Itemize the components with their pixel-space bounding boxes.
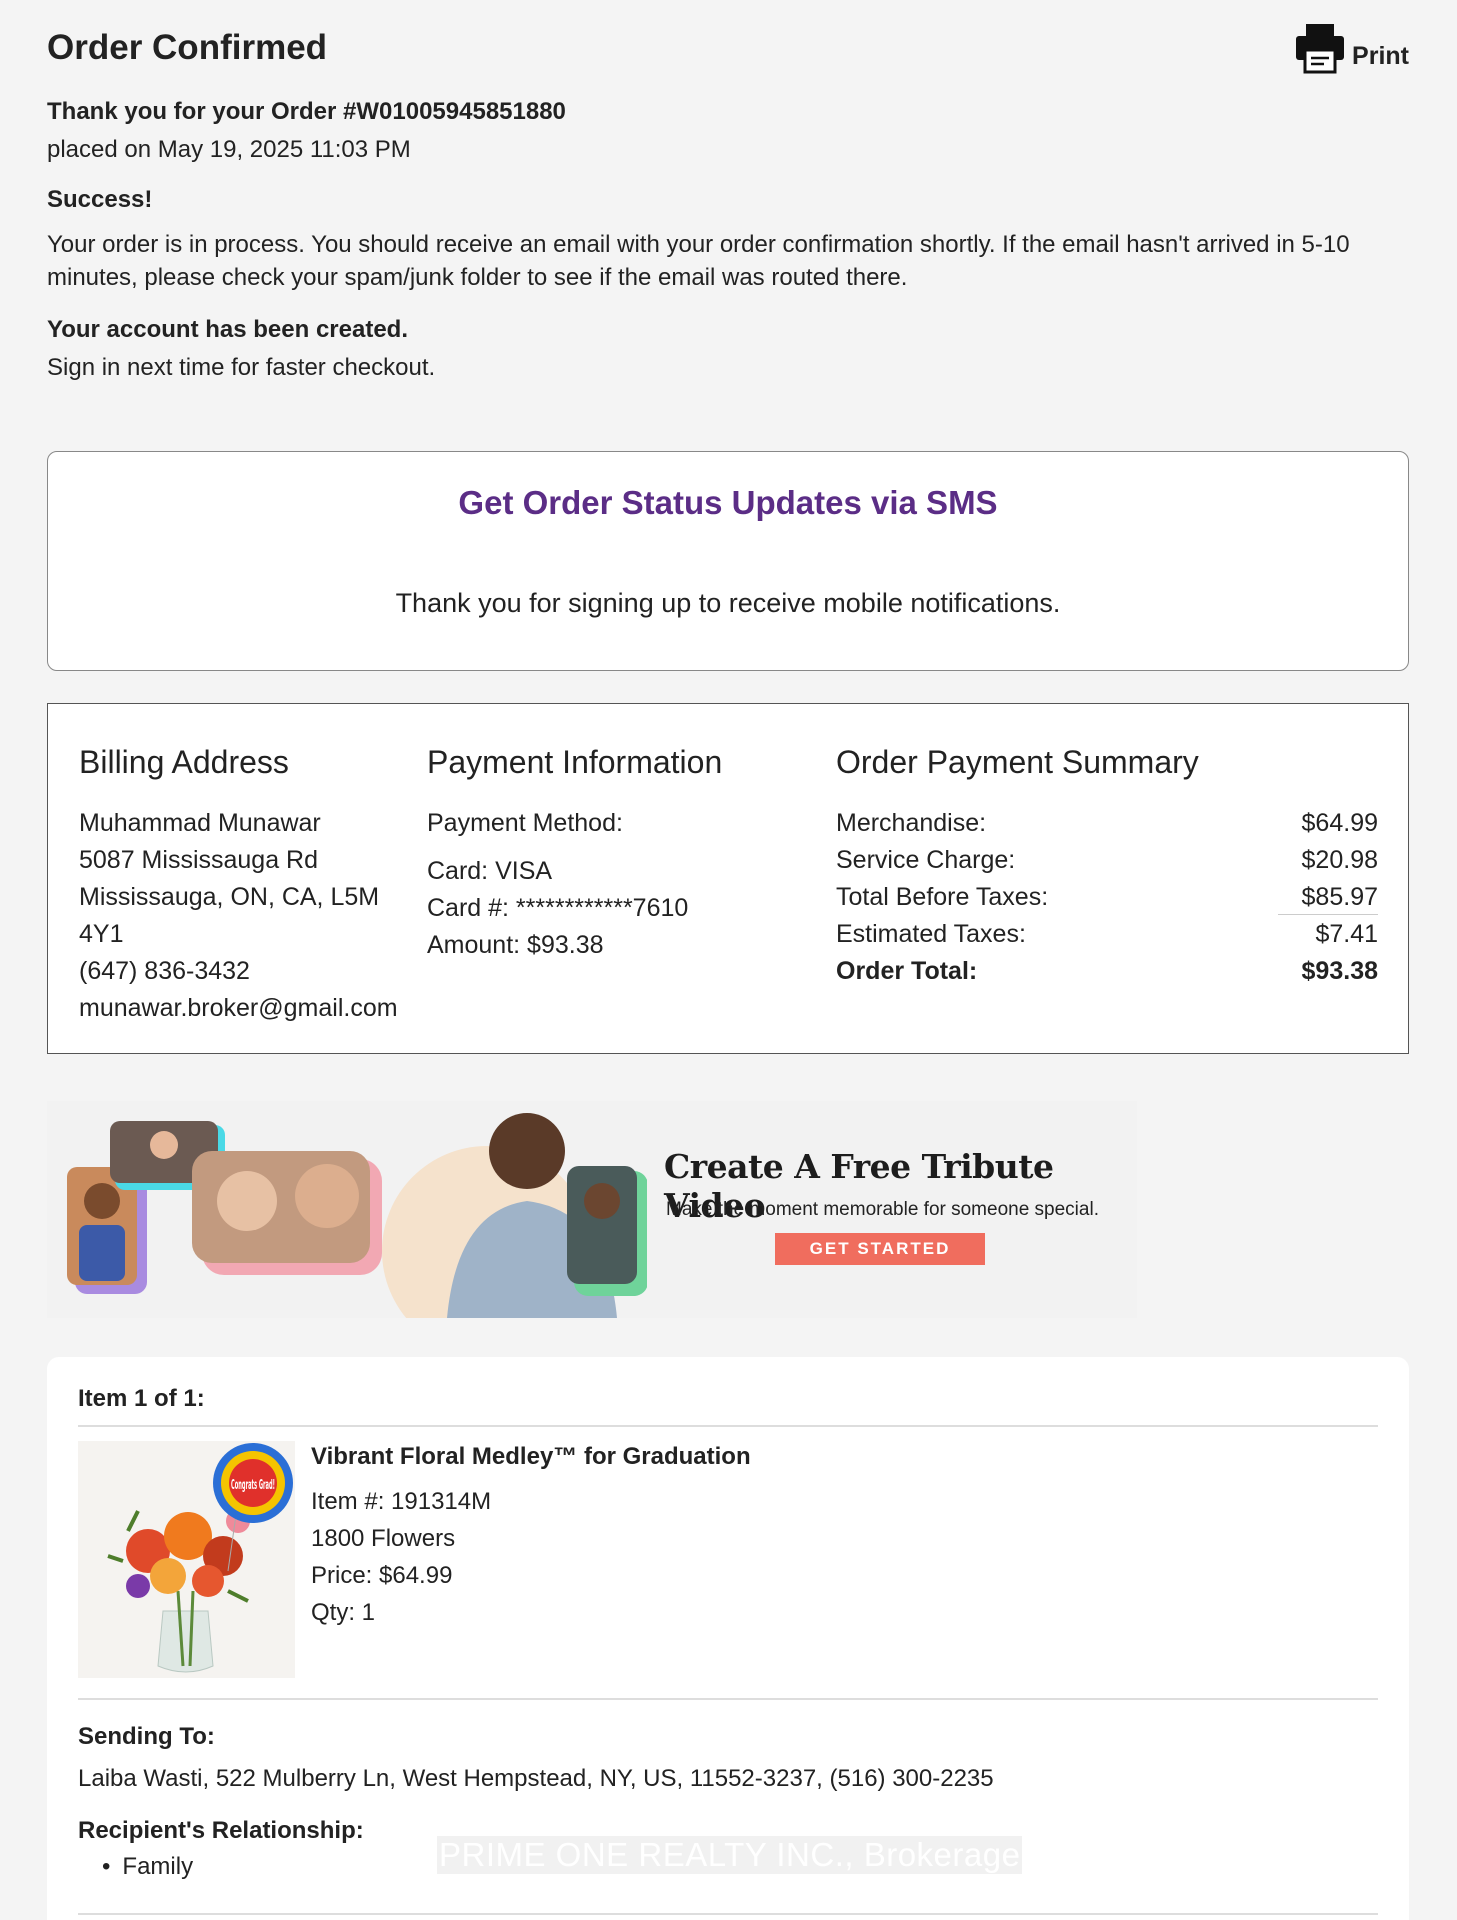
summary-row: Merchandise: $64.99 (836, 805, 1378, 842)
order-number: Thank you for your Order #W0100594585188… (47, 98, 566, 125)
summary-heading: Order Payment Summary (836, 744, 1199, 780)
summary-label: Merchandise: (836, 809, 987, 837)
billing-name: Muhammad Munawar (79, 809, 321, 837)
tribute-video-banner[interactable]: Create A Free Tribute Video Make the mom… (47, 1101, 1137, 1318)
page-title: Order Confirmed (47, 28, 328, 67)
summary-label: Service Charge: (836, 846, 1016, 874)
page-header: Order Confirmed Print (47, 0, 1409, 92)
item-count: Item 1 of 1: (78, 1385, 205, 1412)
divider (78, 1425, 1378, 1427)
sms-text: Thank you for signing up to receive mobi… (395, 588, 1061, 618)
recipient-address: Laiba Wasti, 522 Mulberry Ln, West Hemps… (78, 1765, 994, 1792)
sms-updates-box: Get Order Status Updates via SMS Thank y… (47, 451, 1409, 671)
billing-street: 5087 Mississauga Rd (79, 846, 319, 874)
relationship-value: Family (102, 1853, 193, 1881)
payment-method-label: Payment Method: (427, 809, 623, 837)
product-image[interactable]: Congrats Grad! (78, 1441, 295, 1678)
success-heading: Success! (47, 186, 153, 213)
print-label: Print (1352, 42, 1409, 70)
balloon-text: Congrats Grad! (231, 1478, 275, 1493)
payment-information: Payment Information Payment Method: Card… (427, 744, 787, 964)
payment-card: Card: VISA (427, 857, 553, 885)
summary-row: Estimated Taxes: $7.41 (836, 916, 1378, 953)
order-confirmation-page: Order Confirmed Print Thank you for your… (47, 0, 1409, 1920)
order-info-box: Billing Address Muhammad Munawar 5087 Mi… (47, 703, 1409, 1054)
order-total-row: Order Total: $93.38 (836, 953, 1378, 990)
billing-postal: 4Y1 (79, 920, 124, 948)
account-heading: Your account has been created. (47, 316, 408, 343)
summary-row: Service Charge: $20.98 (836, 842, 1378, 879)
billing-address: Billing Address Muhammad Munawar 5087 Mi… (79, 744, 409, 1027)
billing-city: Mississauga, ON, CA, L5M (79, 883, 380, 911)
print-button[interactable]: Print (1294, 22, 1409, 79)
payment-heading: Payment Information (427, 744, 723, 780)
sms-title: Get Order Status Updates via SMS (458, 484, 998, 521)
summary-value: $20.98 (1301, 846, 1378, 874)
order-total-value: $93.38 (1301, 957, 1378, 985)
billing-email: munawar.broker@gmail.com (79, 994, 398, 1022)
divider (78, 1913, 1378, 1915)
banner-subtitle: Make the moment memorable for someone sp… (666, 1199, 1099, 1220)
product-price: Price: $64.99 (311, 1562, 453, 1589)
payment-summary: Order Payment Summary Merchandise: $64.9… (836, 744, 1378, 990)
product-number: Item #: 191314M (311, 1488, 492, 1515)
banner-people-illustration (67, 1113, 647, 1318)
divider (78, 1698, 1378, 1700)
brokerage-watermark: PRIME ONE REALTY INC., Brokerage (437, 1836, 1023, 1874)
subtotal-divider (1278, 914, 1378, 915)
summary-value: $64.99 (1301, 809, 1378, 837)
order-date: placed on May 19, 2025 11:03 PM (47, 136, 411, 163)
billing-phone: (647) 836-3432 (79, 957, 250, 985)
relationship-label: Recipient's Relationship: (78, 1817, 364, 1844)
summary-value: $85.97 (1301, 883, 1378, 911)
product-name[interactable]: Vibrant Floral Medley™ for Graduation (311, 1443, 751, 1471)
order-total-label: Order Total: (836, 957, 978, 985)
summary-label: Estimated Taxes: (836, 920, 1026, 948)
billing-heading: Billing Address (79, 744, 289, 780)
sending-to-label: Sending To: (78, 1723, 215, 1750)
product-qty: Qty: 1 (311, 1599, 376, 1626)
summary-value: $7.41 (1315, 920, 1378, 948)
success-message: Your order is in process. You should rec… (47, 231, 1350, 291)
product-info: Vibrant Floral Medley™ for Graduation It… (311, 1443, 751, 1631)
payment-card-number: Card #: ************7610 (427, 894, 689, 922)
product-brand: 1800 Flowers (311, 1525, 456, 1552)
account-text: Sign in next time for faster checkout. (47, 354, 436, 381)
printer-icon (1294, 22, 1346, 79)
payment-amount: Amount: $93.38 (427, 931, 604, 959)
summary-label: Total Before Taxes: (836, 883, 1049, 911)
summary-row: Total Before Taxes: $85.97 (836, 879, 1378, 916)
get-started-button[interactable]: GET STARTED (775, 1233, 985, 1265)
